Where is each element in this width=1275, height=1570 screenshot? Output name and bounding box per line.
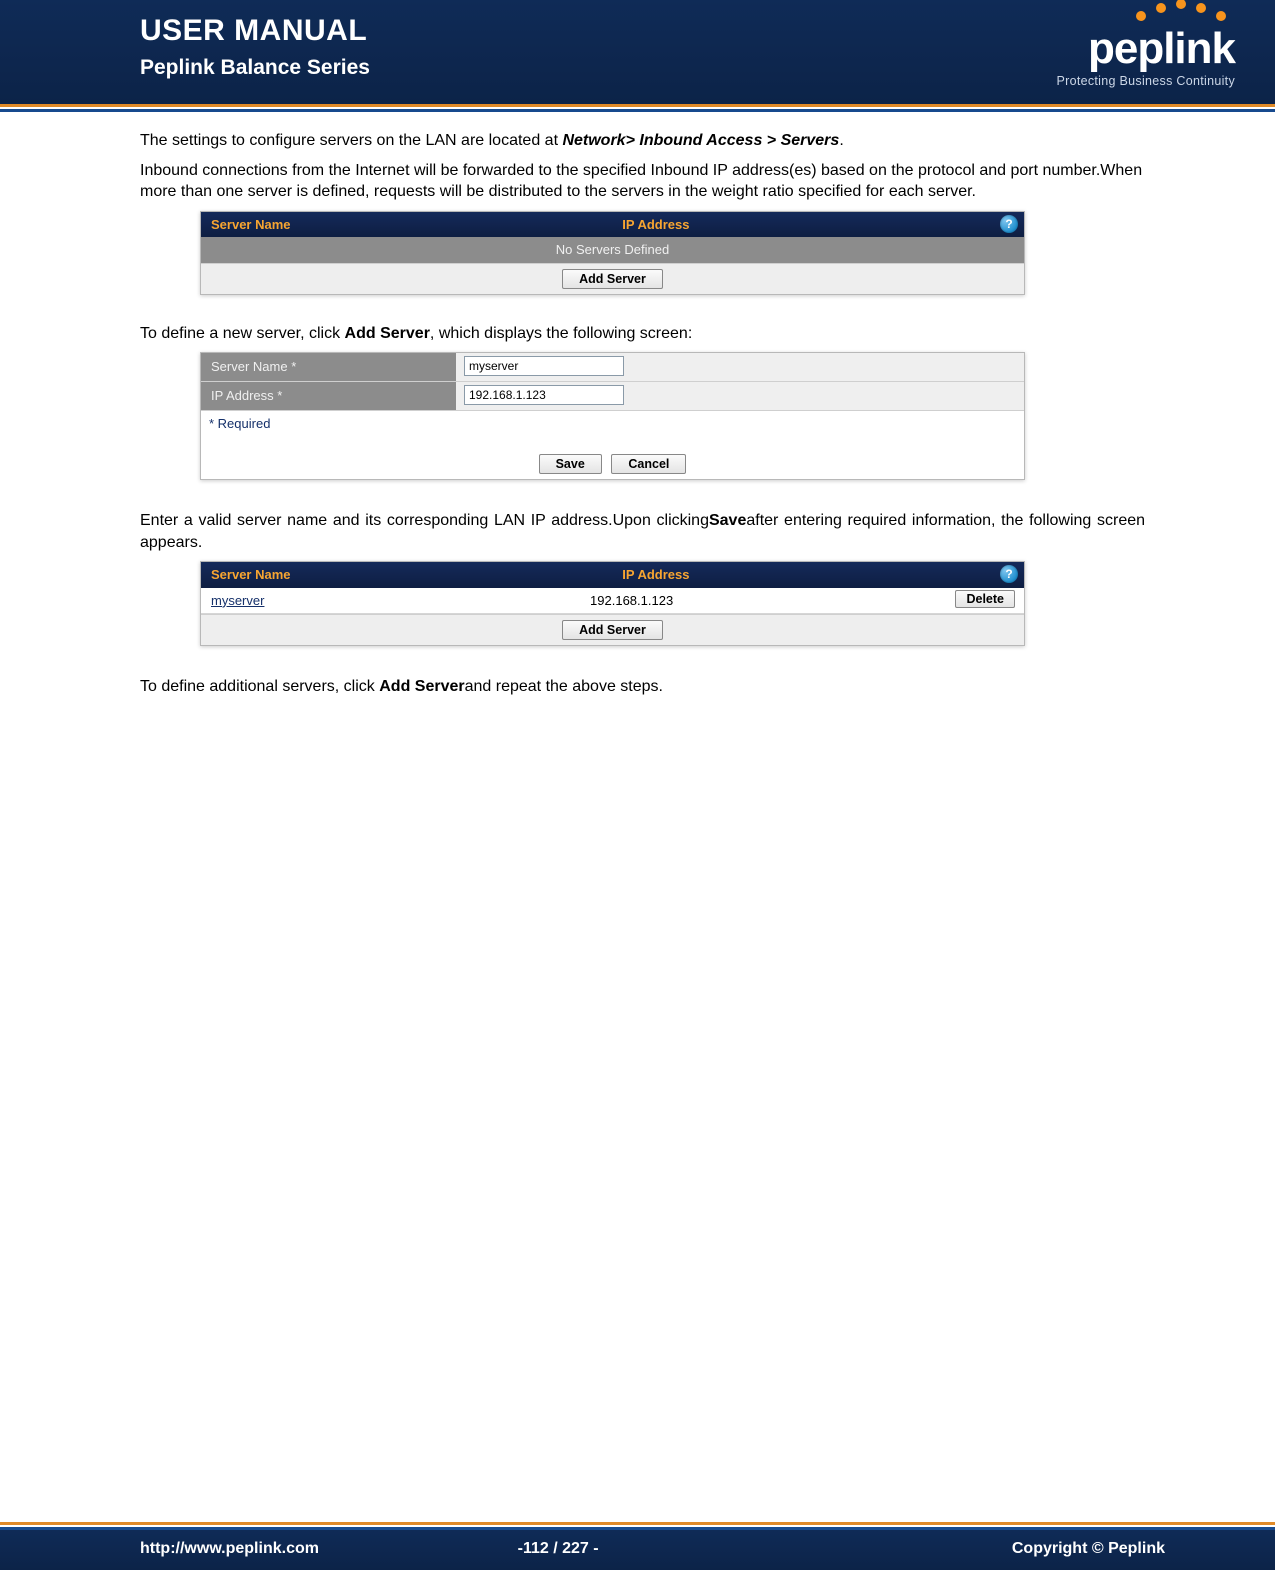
col-server-name: Server Name <box>211 566 622 584</box>
logo-wordmark: peplink <box>1088 27 1235 71</box>
empty-state-text: No Servers Defined <box>201 237 1024 263</box>
servers-panel-empty: Server Name IP Address ? No Servers Defi… <box>200 211 1025 295</box>
delete-button[interactable]: Delete <box>955 590 1015 608</box>
button-bar: Add Server <box>201 614 1024 645</box>
col-server-name: Server Name <box>211 216 622 234</box>
help-icon[interactable]: ? <box>1000 565 1018 583</box>
logo-dots-icon <box>1136 11 1226 21</box>
help-icon[interactable]: ? <box>1000 215 1018 233</box>
servers-panel-filled: Server Name IP Address ? myserver 192.16… <box>200 561 1025 646</box>
intro-para-2: Inbound connections from the Internet wi… <box>140 160 1145 203</box>
nav-path: Network> Inbound Access > Servers <box>562 132 839 149</box>
logo-tagline: Protecting Business Continuity <box>1056 75 1235 88</box>
save-button[interactable]: Save <box>539 454 602 474</box>
cancel-button[interactable]: Cancel <box>611 454 686 474</box>
add-server-button[interactable]: Add Server <box>562 269 663 289</box>
button-bar: Add Server <box>201 263 1024 294</box>
add-server-button[interactable]: Add Server <box>562 620 663 640</box>
para-additional: To define additional servers, click Add … <box>140 676 1145 698</box>
para-after-save: Enter a valid server name and its corres… <box>140 510 1145 553</box>
divider-orange <box>0 104 1275 107</box>
table-row: myserver 192.168.1.123 Delete <box>201 588 1024 615</box>
col-ip-address: IP Address <box>622 216 1014 234</box>
divider-orange <box>0 1522 1275 1525</box>
required-note: * Required <box>201 411 1024 437</box>
server-name-link[interactable]: myserver <box>201 588 580 614</box>
footer-page-num: -112 / 227 - <box>518 1540 806 1558</box>
page-footer: http://www.peplink.com -112 / 227 - Copy… <box>0 1530 1275 1570</box>
form-button-bar: Save Cancel <box>201 436 1024 479</box>
ip-address-input[interactable] <box>464 385 624 405</box>
content-body: The settings to configure servers on the… <box>0 112 1275 698</box>
servers-table-header: Server Name IP Address ? <box>201 562 1024 588</box>
footer-url: http://www.peplink.com <box>140 1540 518 1558</box>
page-header: USER MANUAL Peplink Balance Series pepli… <box>0 0 1275 104</box>
label-server-name: Server Name * <box>201 353 456 381</box>
server-ip-cell: 192.168.1.123 <box>580 588 942 614</box>
para-add-server: To define a new server, click Add Server… <box>140 323 1145 345</box>
col-ip-address: IP Address <box>622 566 1014 584</box>
label-ip-address: IP Address * <box>201 382 456 410</box>
server-name-input[interactable] <box>464 356 624 376</box>
page-footer-wrap: http://www.peplink.com -112 / 227 - Copy… <box>0 1522 1275 1570</box>
footer-copyright: Copyright © Peplink <box>805 1540 1165 1558</box>
add-server-form: Server Name * IP Address * * Required Sa… <box>200 352 1025 480</box>
brand-logo: peplink Protecting Business Continuity <box>1056 0 1235 104</box>
servers-table-header: Server Name IP Address ? <box>201 212 1024 238</box>
intro-para-1: The settings to configure servers on the… <box>140 130 1145 152</box>
